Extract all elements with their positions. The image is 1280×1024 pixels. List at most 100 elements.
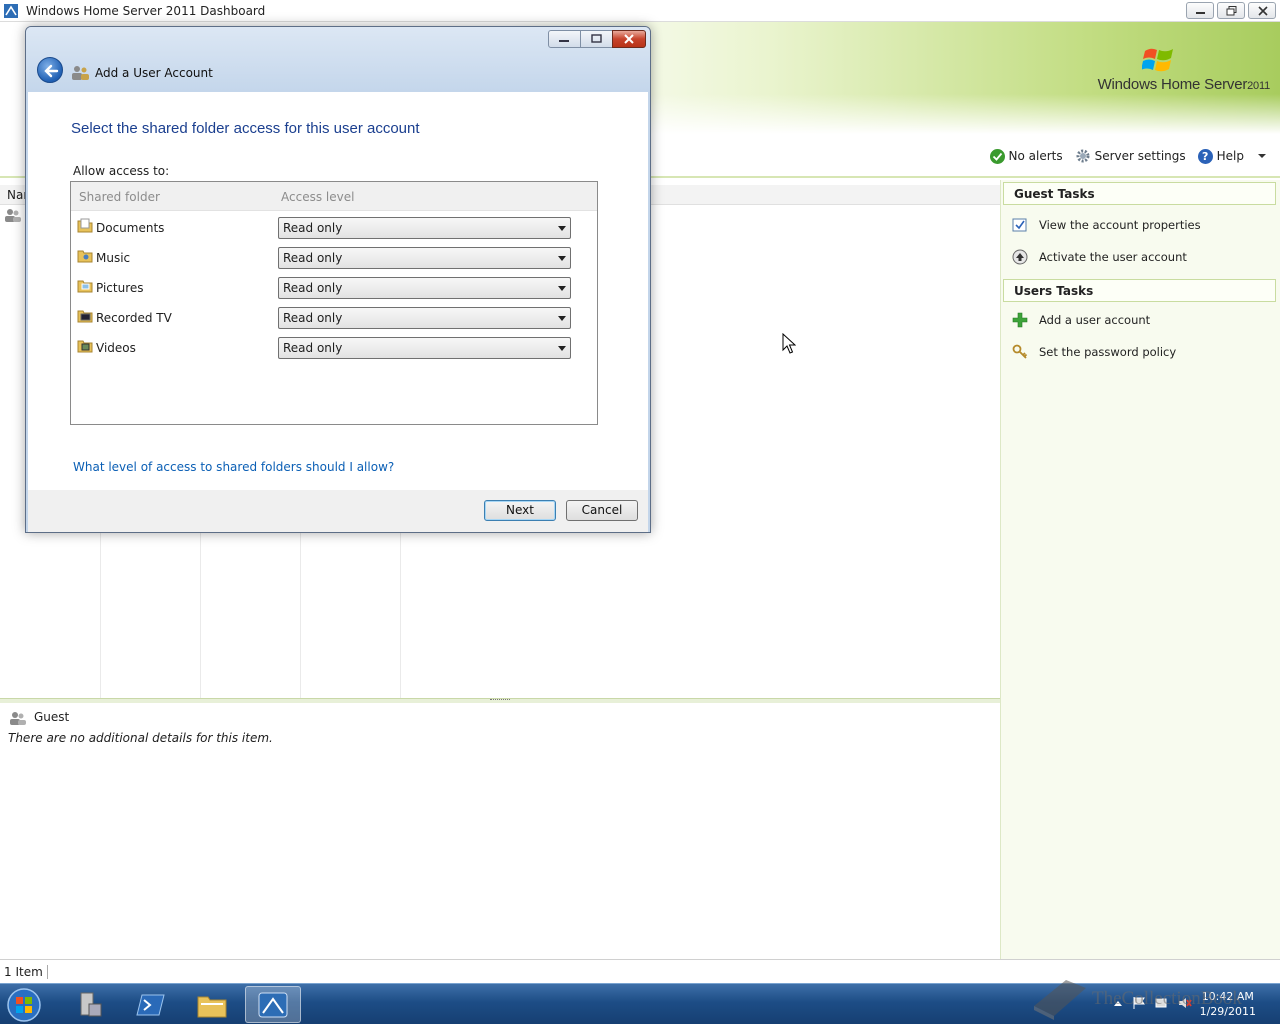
checkmark-circle-icon (989, 148, 1005, 164)
access-level-select-recorded-tv[interactable]: Read only (278, 307, 571, 329)
dialog-heading: Select the shared folder access for this… (71, 120, 420, 137)
close-icon (624, 34, 634, 44)
powershell-icon (136, 994, 165, 1015)
select-value: Read only (283, 311, 343, 325)
column-shared-folder: Shared folder (79, 190, 160, 204)
access-level-select-documents[interactable]: Read only (278, 217, 571, 239)
help-button[interactable]: ? Help (1197, 148, 1268, 164)
splitter-grip[interactable] (490, 699, 510, 702)
dropdown-arrow-icon (558, 256, 566, 261)
dropdown-arrow-icon (558, 226, 566, 231)
taskbar-dashboard[interactable] (245, 986, 301, 1023)
access-help-link[interactable]: What level of access to shared folders s… (73, 460, 394, 474)
server-manager-icon (80, 992, 102, 1016)
help-label: Help (1216, 149, 1244, 163)
watermark: TheCollectionBook (1030, 972, 1270, 1022)
folder-recorded-tv-icon (77, 310, 93, 323)
task-pane: Guest Tasks View the account properties … (1000, 180, 1280, 959)
folder-pictures-icon (77, 280, 93, 293)
start-button[interactable] (4, 986, 44, 1024)
dialog-title: Add a User Account (95, 66, 213, 80)
folder-icon (197, 996, 227, 1017)
gear-icon (1076, 149, 1090, 163)
taskbar-server-manager[interactable] (62, 986, 118, 1023)
alerts-label: No alerts (1008, 149, 1063, 163)
alerts-indicator[interactable]: No alerts (989, 148, 1063, 164)
cancel-button[interactable]: Cancel (566, 500, 638, 521)
add-user-account-dialog: Add a User Account Select the shared fol… (25, 26, 651, 533)
taskbar-explorer[interactable] (184, 986, 240, 1023)
access-level-select-pictures[interactable]: Read only (278, 277, 571, 299)
task-activate-user-account[interactable]: Activate the user account (1001, 241, 1280, 273)
close-button[interactable] (1248, 2, 1276, 19)
details-title: Guest (34, 710, 70, 724)
checkbox-icon (1011, 216, 1029, 234)
column-access-level: Access level (281, 190, 355, 204)
watermark-text: TheCollectionBook (1092, 988, 1242, 1009)
dialog-maximize-button[interactable] (580, 30, 613, 48)
users-tasks-header: Users Tasks (1003, 279, 1276, 302)
close-icon (1258, 6, 1268, 16)
dialog-footer: Next Cancel (28, 490, 648, 532)
folder-documents-icon (77, 218, 93, 233)
table-header: Shared folder Access level (71, 182, 597, 211)
table-row: Music Read only (71, 241, 597, 271)
arrow-left-icon (44, 64, 59, 78)
guest-tasks-header: Guest Tasks (1003, 182, 1276, 205)
allow-access-label: Allow access to: (73, 164, 170, 178)
dialog-close-button[interactable] (612, 30, 646, 48)
brand-name: Windows Home Server (1097, 76, 1248, 93)
details-pane: Guest There are no additional details fo… (0, 703, 1000, 959)
task-view-account-properties[interactable]: View the account properties (1001, 209, 1280, 241)
chevron-down-icon (1258, 154, 1266, 158)
dashboard-icon (258, 992, 288, 1017)
dropdown-arrow-icon (558, 316, 566, 321)
select-value: Read only (283, 251, 343, 265)
select-value: Read only (283, 341, 343, 355)
server-settings-label: Server settings (1094, 149, 1186, 163)
next-button[interactable]: Next (484, 500, 556, 521)
table-row: Videos Read only (71, 331, 597, 361)
help-icon: ? (1197, 148, 1213, 164)
folder-name: Videos (96, 341, 136, 355)
access-level-select-videos[interactable]: Read only (278, 337, 571, 359)
minimize-button[interactable] (1186, 2, 1214, 19)
dialog-minimize-button[interactable] (548, 30, 581, 48)
shared-folder-table: Shared folder Access level Documents Rea… (70, 181, 598, 425)
plus-icon (1011, 311, 1029, 329)
main-titlebar: Windows Home Server 2011 Dashboard (0, 0, 1280, 22)
task-set-password-policy[interactable]: Set the password policy (1001, 336, 1280, 368)
folder-name: Documents (96, 221, 165, 235)
server-settings-button[interactable]: Server settings (1075, 148, 1186, 164)
folder-name: Recorded TV (96, 311, 172, 325)
user-group-icon (10, 712, 26, 725)
select-value: Read only (283, 281, 343, 295)
restore-icon (1226, 6, 1237, 16)
folder-name: Music (96, 251, 131, 265)
server-app-icon (4, 4, 18, 18)
task-label: Add a user account (1039, 313, 1151, 327)
task-label: Set the password policy (1039, 345, 1177, 359)
brand-version: 2011 (1247, 80, 1270, 92)
task-label: Activate the user account (1039, 250, 1187, 264)
mouse-cursor-icon (782, 333, 796, 354)
maximize-icon (591, 34, 602, 43)
task-label: View the account properties (1039, 218, 1201, 232)
dropdown-arrow-icon (558, 346, 566, 351)
folder-name: Pictures (96, 281, 144, 295)
folder-music-icon (77, 250, 93, 263)
dialog-body: Select the shared folder access for this… (28, 92, 648, 490)
table-row: Recorded TV Read only (71, 301, 597, 331)
item-count: 1 Item (4, 965, 48, 979)
window-title: Windows Home Server 2011 Dashboard (26, 4, 266, 18)
back-button[interactable] (37, 57, 63, 83)
restore-button[interactable] (1217, 2, 1245, 19)
details-note: There are no additional details for this… (8, 731, 273, 745)
access-level-select-music[interactable]: Read only (278, 247, 571, 269)
task-add-user-account[interactable]: Add a user account (1001, 304, 1280, 336)
table-row: Documents Read only (71, 211, 597, 241)
book-icon (1034, 980, 1086, 1020)
table-row: Pictures Read only (71, 271, 597, 301)
taskbar-powershell[interactable] (123, 986, 179, 1023)
folder-videos-icon (77, 340, 93, 353)
